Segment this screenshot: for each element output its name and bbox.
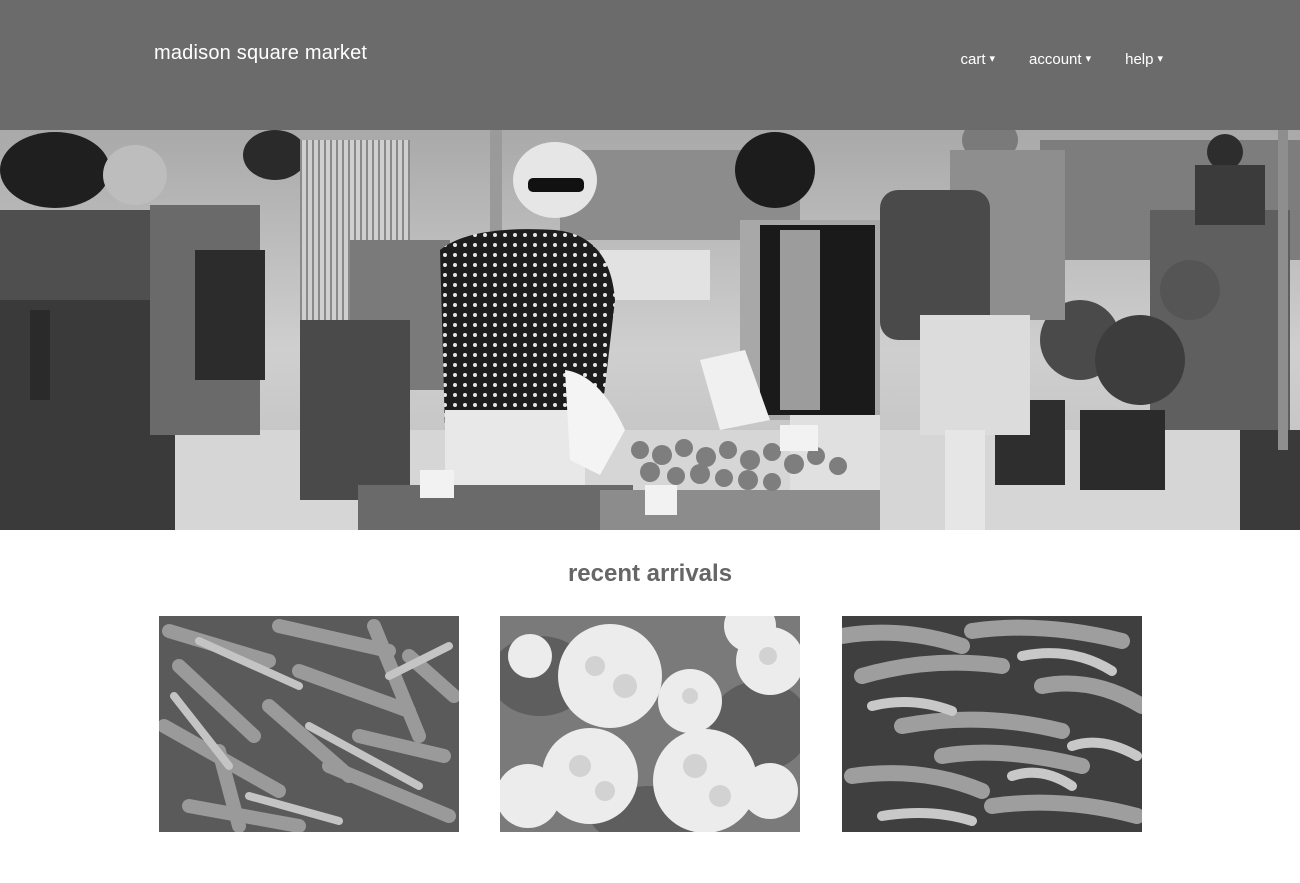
nav-help[interactable]: help ▾ <box>1125 51 1163 68</box>
chevron-down-icon: ▾ <box>1085 53 1092 65</box>
nav-account[interactable]: account ▾ <box>1029 51 1091 68</box>
main-nav: cart ▾ account ▾ help ▾ <box>960 51 1163 68</box>
nav-cart-label: cart <box>960 51 986 68</box>
nav-cart[interactable]: cart ▾ <box>960 51 995 68</box>
chevron-down-icon: ▾ <box>1157 53 1163 65</box>
product-card-peppers[interactable] <box>842 616 1142 832</box>
cauliflower-photo <box>500 616 800 832</box>
product-card-cauliflower[interactable] <box>500 616 800 832</box>
nav-account-label: account <box>1029 51 1082 68</box>
peppers-photo <box>842 616 1142 832</box>
hero-image <box>0 130 1300 530</box>
site-logo[interactable]: madison square market <box>154 42 367 65</box>
section-title: recent arrivals <box>567 560 733 587</box>
product-grid <box>0 616 1300 832</box>
carrots-photo <box>159 616 459 832</box>
market-scene-photo <box>0 130 1300 530</box>
chevron-down-icon: ▾ <box>989 53 996 65</box>
site-header: madison square market cart ▾ account ▾ h… <box>0 0 1300 130</box>
nav-help-label: help <box>1125 51 1154 68</box>
product-card-carrots[interactable] <box>159 616 459 832</box>
